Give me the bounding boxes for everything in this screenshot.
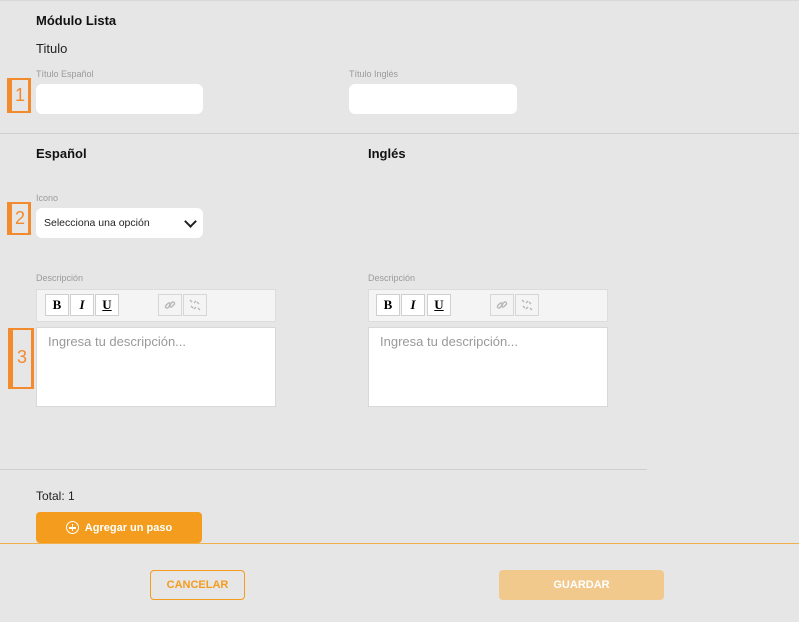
italic-button[interactable]: I [70, 294, 94, 316]
top-divider [0, 0, 799, 1]
annotation-marker-1: 1 [7, 78, 31, 113]
italic-button[interactable]: I [401, 294, 425, 316]
bold-button[interactable]: B [376, 294, 400, 316]
module-title: Módulo Lista [36, 13, 117, 28]
link-button[interactable] [158, 294, 182, 316]
total-count: Total: 1 [36, 489, 75, 503]
underline-button[interactable]: U [95, 294, 119, 316]
english-editor-toolbar: B I U [368, 289, 608, 322]
spanish-editor-toolbar: B I U [36, 289, 276, 322]
spanish-description-label: Descripción [36, 273, 84, 283]
spanish-title-label: Título Español [36, 69, 94, 79]
icon-select-value: Selecciona una opción [44, 217, 150, 229]
english-description-editor[interactable]: Ingresa tu descripción... [368, 327, 608, 407]
link-button[interactable] [490, 294, 514, 316]
unlink-button[interactable] [183, 294, 207, 316]
english-description-label: Descripción [368, 273, 416, 283]
unlink-icon [189, 299, 201, 311]
english-column-heading: Inglés [368, 146, 406, 161]
cancel-button[interactable]: CANCELAR [150, 570, 245, 600]
english-title-input[interactable] [349, 84, 517, 114]
chevron-down-icon [184, 214, 197, 228]
annotation-marker-2: 2 [7, 202, 31, 235]
add-step-label: Agregar un paso [84, 521, 173, 534]
english-description-placeholder: Ingresa tu descripción... [380, 334, 519, 349]
titulo-heading: Titulo [36, 41, 68, 56]
underline-button[interactable]: U [427, 294, 451, 316]
steps-divider [0, 469, 647, 470]
add-step-button[interactable]: Agregar un paso [36, 512, 202, 543]
icon-label: Icono [36, 193, 59, 203]
icon-select[interactable]: Selecciona una opción [36, 208, 203, 238]
section-divider [0, 133, 799, 134]
annotation-marker-3: 3 [8, 328, 34, 389]
english-title-label: Título Inglés [349, 69, 399, 79]
save-button[interactable]: GUARDAR [499, 570, 664, 600]
footer-divider [0, 543, 799, 544]
spanish-description-editor[interactable]: Ingresa tu descripción... [36, 327, 276, 407]
plus-circle-icon [65, 521, 79, 534]
unlink-button[interactable] [515, 294, 539, 316]
unlink-icon [521, 299, 533, 311]
link-icon [164, 301, 176, 309]
spanish-description-placeholder: Ingresa tu descripción... [48, 334, 187, 349]
link-icon [496, 301, 508, 309]
spanish-column-heading: Español [36, 146, 87, 161]
spanish-title-input[interactable] [36, 84, 203, 114]
bold-button[interactable]: B [45, 294, 69, 316]
